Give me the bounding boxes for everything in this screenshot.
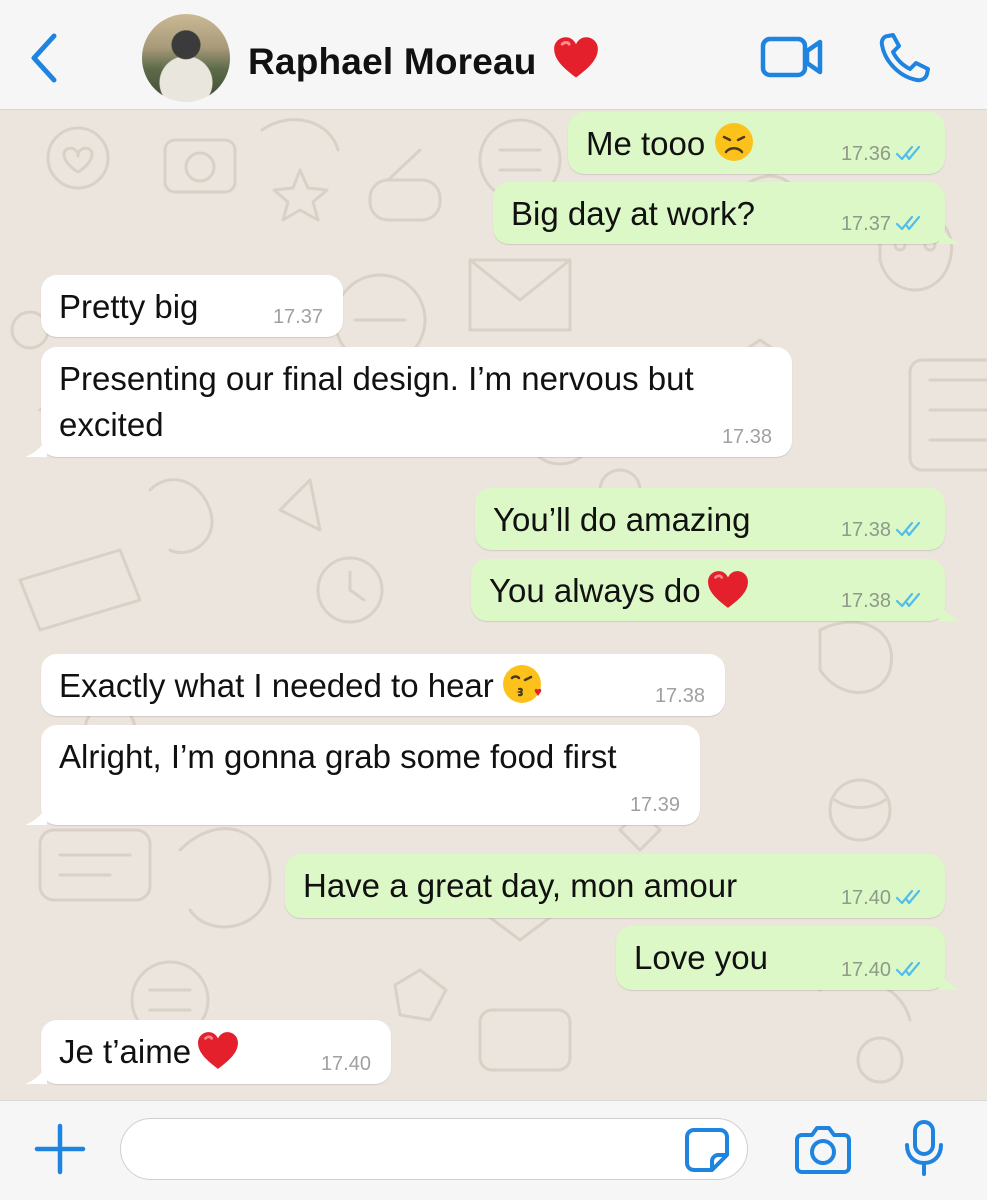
microphone-icon — [905, 1120, 943, 1176]
message-meta: 17.40 — [841, 958, 925, 982]
outgoing-message[interactable]: You’ll do amazing 17.38 — [475, 488, 945, 550]
message-time: 17.38 — [840, 590, 891, 612]
face-blowing-kiss-emoji — [502, 665, 542, 703]
message-text: Je t’aime — [59, 1033, 192, 1070]
message-time: 17.36 — [840, 143, 891, 165]
message-text: You’ll do amazing — [493, 501, 751, 538]
message-text-line1: Presenting our final design. I’m nervous… — [59, 360, 694, 397]
message-meta: 17.38 — [841, 589, 925, 613]
message-text: Love you — [634, 939, 768, 976]
red-heart-emoji — [553, 36, 599, 80]
message-time: 17.37 — [840, 213, 891, 235]
message-time: 17.40 — [320, 1053, 371, 1075]
back-button[interactable] — [24, 30, 68, 86]
read-receipt-icon — [895, 888, 925, 906]
message-time: 17.38 — [654, 685, 705, 707]
message-time: 17.40 — [840, 959, 891, 981]
bubble-tail — [25, 435, 47, 457]
video-call-icon — [760, 36, 823, 78]
phone-icon — [879, 33, 930, 83]
message-input[interactable] — [120, 1118, 748, 1180]
message-time: 17.38 — [721, 426, 772, 448]
read-receipt-icon — [895, 591, 925, 609]
bubble-tail — [939, 222, 961, 244]
message-time: 17.39 — [629, 794, 680, 816]
message-list[interactable]: Me tooo 17.36 Big day at work? 17.37 Pre… — [0, 110, 987, 1100]
incoming-message[interactable]: Presenting our final design. I’m nervous… — [25, 347, 792, 457]
incoming-message[interactable]: Je t’aime 17.40 — [25, 1020, 391, 1084]
message-meta: 17.40 — [841, 886, 925, 910]
attach-button[interactable] — [34, 1123, 86, 1175]
message-meta: 17.36 — [841, 142, 925, 166]
red-heart-emoji — [707, 570, 749, 610]
bubble-tail — [939, 968, 961, 990]
message-time: 17.37 — [272, 306, 323, 328]
composer-bar — [0, 1100, 987, 1200]
read-receipt-icon — [895, 520, 925, 538]
chevron-left-icon — [31, 33, 57, 83]
red-heart-emoji — [197, 1031, 239, 1071]
outgoing-message[interactable]: Big day at work? 17.37 — [493, 182, 961, 244]
avatar[interactable] — [142, 14, 230, 102]
message-text: Big day at work? — [511, 195, 755, 232]
plus-icon — [34, 1123, 86, 1175]
message-text-line2: excited — [59, 406, 164, 443]
outgoing-message[interactable]: Me tooo 17.36 — [568, 112, 945, 174]
read-receipt-icon — [895, 214, 925, 232]
message-text: Alright, I’m gonna grab some food first — [59, 738, 617, 775]
voice-call-button[interactable] — [878, 32, 932, 84]
camera-button[interactable] — [794, 1123, 852, 1175]
outgoing-message[interactable]: Love you 17.40 — [616, 926, 961, 990]
message-meta: 17.38 — [841, 518, 925, 542]
outgoing-message[interactable]: Have a great day, mon amour 17.40 — [285, 854, 945, 918]
bubble-tail — [25, 1062, 47, 1084]
sticker-icon — [685, 1128, 729, 1172]
disappointed-face-emoji — [715, 123, 754, 161]
message-text: Me tooo — [586, 125, 706, 162]
chat-header: Raphael Moreau — [0, 0, 987, 110]
message-text: Exactly what I needed to hear — [59, 667, 494, 704]
read-receipt-icon — [895, 144, 925, 162]
incoming-message[interactable]: Alright, I’m gonna grab some food first … — [25, 725, 700, 825]
outgoing-message[interactable]: You always do 17.38 — [471, 559, 961, 621]
message-meta: 17.37 — [841, 212, 925, 236]
bubble-tail — [939, 599, 961, 621]
message-text: Pretty big — [59, 288, 199, 325]
message-text: You always do — [489, 572, 701, 609]
message-text: Have a great day, mon amour — [303, 867, 738, 904]
video-call-button[interactable] — [760, 34, 824, 80]
message-time: 17.40 — [840, 887, 891, 909]
message-time: 17.38 — [840, 519, 891, 541]
contact-name[interactable]: Raphael Moreau — [248, 36, 599, 83]
contact-name-text: Raphael Moreau — [248, 41, 537, 82]
bubble-tail — [25, 803, 47, 825]
microphone-button[interactable] — [902, 1119, 946, 1177]
incoming-message[interactable]: Exactly what I needed to hear 17.38 — [41, 654, 725, 716]
incoming-message[interactable]: Pretty big 17.37 — [41, 275, 343, 337]
sticker-button[interactable] — [684, 1127, 730, 1173]
read-receipt-icon — [895, 960, 925, 978]
camera-icon — [795, 1126, 851, 1174]
